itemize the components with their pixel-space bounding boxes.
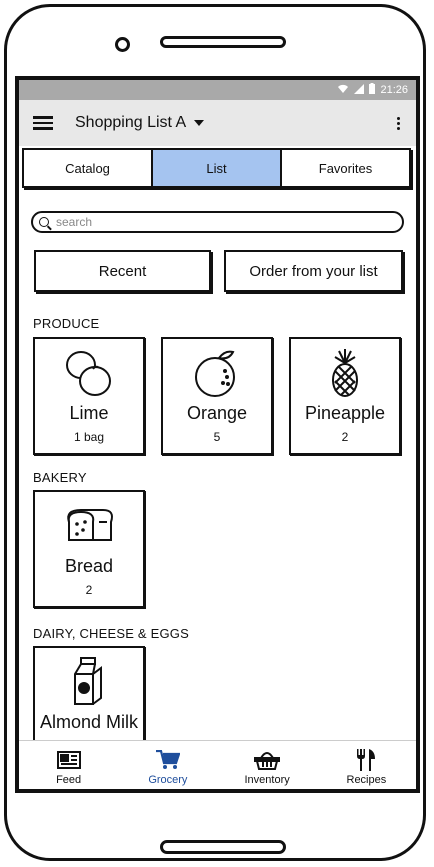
item-card-pineapple[interactable]: Pineapple 2	[289, 337, 401, 455]
nav-feed[interactable]: Feed	[19, 741, 118, 789]
item-qty: 5	[213, 430, 221, 444]
menu-icon[interactable]	[33, 116, 53, 130]
status-bar: 21:26	[19, 80, 416, 100]
item-name: Lime	[69, 403, 109, 423]
app-bar: Shopping List A	[19, 100, 416, 146]
item-name: Orange	[186, 403, 248, 423]
item-card-bread[interactable]: Bread 2	[33, 490, 145, 608]
item-qty: 1 bag	[73, 430, 105, 444]
tab-favorites[interactable]: Favorites	[282, 150, 409, 186]
basket-icon	[254, 749, 281, 771]
item-qty: 2	[85, 583, 93, 597]
search-icon	[39, 217, 49, 227]
search-box[interactable]	[31, 211, 404, 233]
item-card-orange[interactable]: Orange 5	[161, 337, 273, 455]
section-title-bakery: BAKERY	[33, 470, 87, 485]
home-button[interactable]	[160, 840, 286, 854]
screen: 21:26 Shopping List A Catalog List Favor…	[15, 76, 420, 793]
newspaper-icon	[56, 749, 81, 771]
nav-inventory[interactable]: Inventory	[218, 741, 317, 789]
list-selector[interactable]: Shopping List A	[75, 114, 205, 132]
tab-catalog[interactable]: Catalog	[24, 150, 153, 186]
lime-icon	[59, 347, 119, 399]
item-qty: 2	[341, 430, 349, 444]
milk-carton-icon	[59, 656, 119, 708]
nav-grocery-label: Grocery	[148, 774, 188, 786]
nav-recipes[interactable]: Recipes	[317, 741, 416, 789]
nav-inventory-label: Inventory	[244, 774, 290, 786]
section-title-produce: PRODUCE	[33, 316, 100, 331]
bottom-nav: Feed Grocery Inventory Recipes	[19, 740, 416, 789]
bread-icon	[59, 500, 119, 552]
recent-button[interactable]: Recent	[34, 250, 211, 292]
nav-grocery[interactable]: Grocery	[118, 741, 217, 789]
tab-bar: Catalog List Favorites	[22, 148, 411, 188]
camera-icon	[115, 37, 130, 52]
speaker-grille	[160, 36, 286, 48]
more-options-icon[interactable]	[397, 116, 400, 130]
battery-icon	[369, 83, 376, 97]
nav-feed-label: Feed	[56, 774, 82, 786]
item-name: Almond Milk	[39, 712, 139, 732]
cart-icon	[155, 749, 180, 771]
pineapple-icon	[315, 347, 375, 399]
signal-icon	[354, 83, 365, 97]
status-time: 21:26	[380, 84, 408, 96]
caret-down-icon	[194, 120, 205, 126]
item-card-lime[interactable]: Lime 1 bag	[33, 337, 145, 455]
search-input[interactable]	[54, 214, 358, 230]
nav-recipes-label: Recipes	[346, 774, 387, 786]
item-name: Pineapple	[304, 403, 386, 423]
tab-list[interactable]: List	[153, 150, 282, 186]
item-name: Bread	[64, 556, 114, 576]
section-title-dairy: DAIRY, CHEESE & EGGS	[33, 626, 189, 641]
order-from-list-button[interactable]: Order from your list	[224, 250, 403, 292]
list-title: Shopping List A	[75, 114, 187, 131]
fork-knife-icon	[355, 749, 377, 771]
orange-icon	[187, 347, 247, 399]
wifi-icon	[337, 84, 349, 97]
